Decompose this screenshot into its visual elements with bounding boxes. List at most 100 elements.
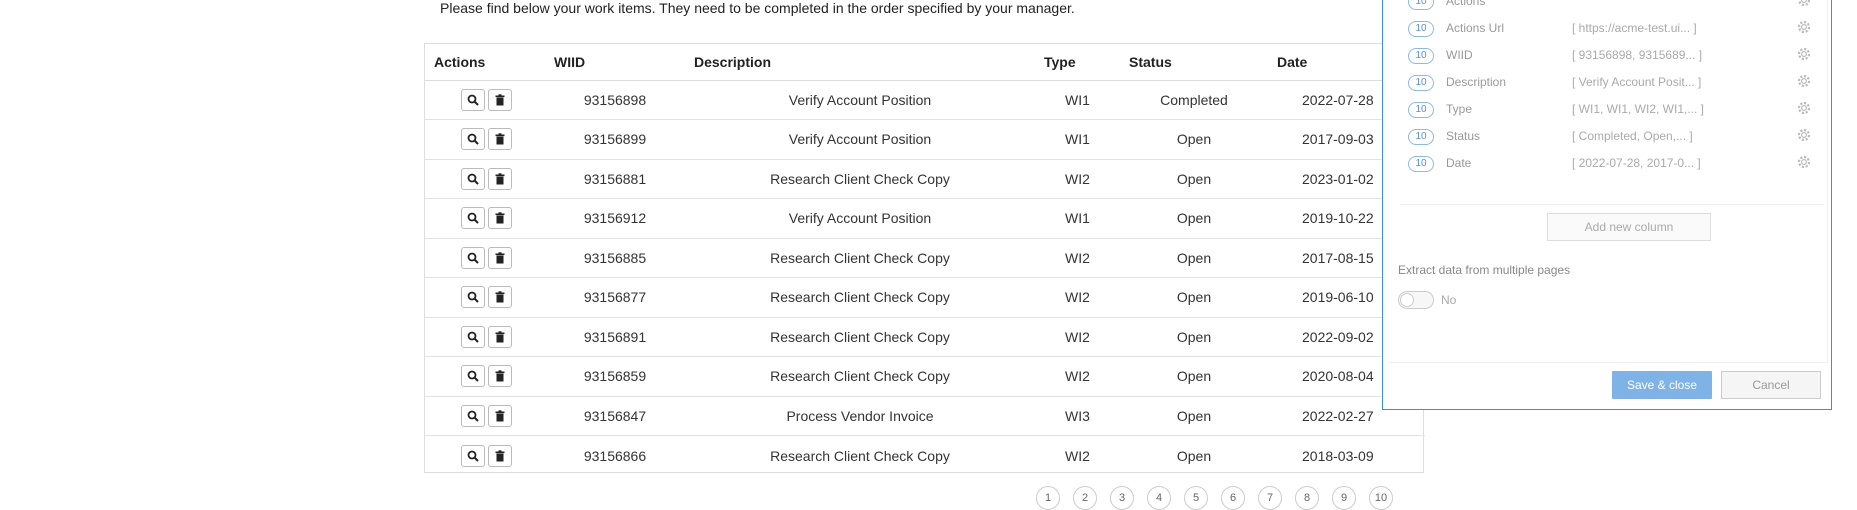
page-button[interactable]: 5 xyxy=(1184,486,1208,510)
page-button[interactable]: 9 xyxy=(1332,486,1356,510)
view-button[interactable] xyxy=(461,286,485,309)
column-preview: [ 93156898, 9315689... ] xyxy=(1572,48,1703,62)
column-row: 10 WIID [ 93156898, 9315689... ] xyxy=(1400,43,1820,69)
gear-icon[interactable] xyxy=(1796,100,1812,119)
page-button[interactable]: 1 xyxy=(1036,486,1060,510)
delete-button[interactable] xyxy=(488,88,512,111)
delete-button[interactable] xyxy=(488,246,512,269)
toggle-knob xyxy=(1400,293,1414,307)
save-close-button[interactable]: Save & close xyxy=(1612,371,1712,399)
header-type[interactable]: Type xyxy=(1035,44,1120,81)
description-cell: Research Client Check Copy xyxy=(770,447,950,464)
header-status[interactable]: Status xyxy=(1120,44,1268,81)
description-cell: Research Client Check Copy xyxy=(685,159,1035,199)
pagination: 1 2 3 4 5 6 7 8 9 10 xyxy=(1036,486,1393,510)
view-button[interactable] xyxy=(461,207,485,230)
column-preview: [ Verify Account Posit... ] xyxy=(1572,75,1702,89)
wiid-cell: 93156877 xyxy=(545,277,685,318)
table-row: 93156898 Verify Account Position WI1 Comple… xyxy=(425,80,1425,120)
cancel-button[interactable]: Cancel xyxy=(1721,371,1821,399)
actions-cell xyxy=(425,119,545,160)
status-cell: Open xyxy=(1120,238,1268,278)
delete-button[interactable] xyxy=(488,207,512,230)
column-preview: [ https://acme-test.ui... ] xyxy=(1572,21,1697,35)
view-button[interactable] xyxy=(461,365,485,388)
column-row: 10 Description [ Verify Account Posit... ] xyxy=(1400,70,1820,96)
table-row: 93156859 Research Client Check Copy WI2 Ope… xyxy=(425,356,1425,397)
column-name[interactable]: Actions Url xyxy=(1446,21,1504,35)
table-row: 93156891 Research Client Check Copy WI2 Ope… xyxy=(425,317,1425,357)
page-button[interactable]: 4 xyxy=(1147,486,1171,510)
type-cell: WI2 xyxy=(1035,238,1120,278)
gear-icon[interactable] xyxy=(1796,46,1812,65)
description-cell: Research Client Check Copy xyxy=(685,317,1035,357)
table-row: 93156866 Research Client Check Copy WI2 Ope… xyxy=(425,436,1425,476)
column-name[interactable]: WIID xyxy=(1446,48,1473,62)
delete-button[interactable] xyxy=(488,128,512,151)
gear-icon[interactable] xyxy=(1796,0,1812,11)
header-description[interactable]: Description xyxy=(685,44,1035,81)
row-count-badge: 10 xyxy=(1408,129,1434,145)
page-button[interactable]: 3 xyxy=(1110,486,1134,510)
panel-body: Add new column Extract data from multipl… xyxy=(1388,0,1828,363)
page-button[interactable]: 2 xyxy=(1073,486,1097,510)
view-button[interactable] xyxy=(461,404,485,427)
add-column-button[interactable]: Add new column xyxy=(1547,213,1711,241)
type-cell: WI1 xyxy=(1035,80,1120,120)
view-button[interactable] xyxy=(461,246,485,269)
date-cell: 2018-03-09 xyxy=(1302,447,1374,464)
column-name[interactable]: Description xyxy=(1446,75,1506,89)
header-wiid[interactable]: WIID xyxy=(545,44,685,81)
multi-page-value: No xyxy=(1441,293,1457,307)
status-cell: Open xyxy=(1120,396,1268,436)
view-button[interactable] xyxy=(461,325,485,348)
actions-cell xyxy=(425,159,545,199)
page-button[interactable]: 6 xyxy=(1221,486,1245,510)
table-row: 93156912 Verify Account Position WI1 Open 20… xyxy=(425,198,1425,239)
row-count-badge: 10 xyxy=(1408,102,1434,118)
page-button[interactable]: 8 xyxy=(1295,486,1319,510)
status-cell: Open xyxy=(1120,317,1268,357)
status-cell: Open xyxy=(1120,277,1268,318)
actions-cell xyxy=(425,198,545,239)
view-button[interactable] xyxy=(461,444,485,467)
gear-icon[interactable] xyxy=(1796,127,1812,146)
delete-button[interactable] xyxy=(488,404,512,427)
view-button[interactable] xyxy=(461,88,485,111)
description-cell: Verify Account Position xyxy=(685,198,1035,239)
multi-page-toggle[interactable] xyxy=(1398,291,1434,309)
gear-icon[interactable] xyxy=(1796,19,1812,38)
type-cell: WI1 xyxy=(1035,198,1120,239)
column-preview: [ Completed, Open,... ] xyxy=(1572,129,1693,143)
column-name[interactable]: Actions xyxy=(1446,0,1485,8)
delete-button[interactable] xyxy=(488,444,512,467)
type-cell: WI2 xyxy=(1065,447,1090,464)
header-actions[interactable]: Actions xyxy=(425,44,545,81)
delete-button[interactable] xyxy=(488,325,512,348)
column-name[interactable]: Type xyxy=(1446,102,1472,116)
work-items-table: Actions WIID Description Type Status Dat… xyxy=(424,43,1425,476)
table-row: 93156885 Research Client Check Copy WI2 Ope… xyxy=(425,238,1425,278)
delete-button[interactable] xyxy=(488,167,512,190)
table-row: 93156877 Research Client Check Copy WI2 Ope… xyxy=(425,277,1425,318)
view-button[interactable] xyxy=(461,167,485,190)
column-name[interactable]: Date xyxy=(1446,156,1471,170)
row-count-badge: 10 xyxy=(1408,75,1434,91)
table-row: 93156899 Verify Account Position WI1 Open 20… xyxy=(425,119,1425,160)
gear-icon[interactable] xyxy=(1796,154,1812,173)
column-row: 10 Actions xyxy=(1400,0,1820,15)
status-cell: Open xyxy=(1176,447,1212,464)
status-cell: Open xyxy=(1120,198,1268,239)
delete-button[interactable] xyxy=(488,286,512,309)
page-button[interactable]: 7 xyxy=(1258,486,1282,510)
row-count-badge: 10 xyxy=(1408,48,1434,64)
column-name[interactable]: Status xyxy=(1446,129,1480,143)
wiid-cell: 93156866 xyxy=(583,447,647,464)
page-button[interactable]: 10 xyxy=(1369,486,1393,510)
delete-button[interactable] xyxy=(488,365,512,388)
actions-cell xyxy=(425,238,545,278)
column-preview: [ WI1, WI1, WI2, WI1,... ] xyxy=(1572,102,1705,116)
gear-icon[interactable] xyxy=(1796,73,1812,92)
actions-cell xyxy=(425,80,545,120)
view-button[interactable] xyxy=(461,128,485,151)
